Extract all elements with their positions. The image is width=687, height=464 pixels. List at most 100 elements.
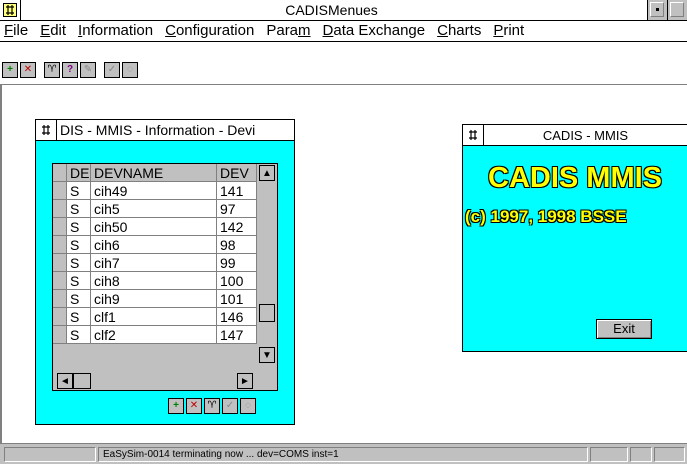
information-window-titlebar[interactable]: DIS - MMIS - Information - Devi bbox=[36, 120, 294, 141]
table-row[interactable]: Scih9 101 bbox=[53, 290, 257, 308]
scroll-thumb[interactable] bbox=[259, 304, 275, 322]
table-row[interactable]: Scih7 99 bbox=[53, 254, 257, 272]
table-cell[interactable]: 147 bbox=[217, 326, 257, 344]
maximize-button[interactable] bbox=[667, 0, 687, 20]
exit-button[interactable]: Exit bbox=[596, 319, 652, 339]
table-cell[interactable]: cih9 bbox=[91, 290, 217, 308]
menu-param[interactable]: Param bbox=[260, 21, 316, 41]
scroll-down-button[interactable]: ▼ bbox=[259, 347, 275, 363]
menu-data-exchange[interactable]: Data Exchange bbox=[317, 21, 432, 41]
grid-toolbar: + ✕ ♈ ✓ ◌ bbox=[168, 398, 280, 416]
device-grid[interactable]: DE DEVNAME DEV Scih49 141 Scih5 97 Scih50 142… bbox=[52, 163, 278, 391]
about-copyright: (c) 1997, 1998 BSSE bbox=[465, 207, 627, 226]
scroll-up-button[interactable]: ▲ bbox=[259, 165, 275, 181]
menu-configuration[interactable]: Configuration bbox=[159, 21, 260, 41]
check-icon[interactable]: ✓ bbox=[104, 62, 120, 78]
minimize-button[interactable] bbox=[647, 0, 667, 20]
grid-delete-icon[interactable]: ✕ bbox=[186, 398, 202, 414]
table-cell[interactable]: S bbox=[67, 254, 91, 272]
window-system-menu-icon[interactable] bbox=[463, 125, 484, 145]
grid-clear-icon[interactable]: ◌ bbox=[240, 398, 256, 414]
table-cell[interactable]: 97 bbox=[217, 200, 257, 218]
table-cell[interactable]: S bbox=[67, 200, 91, 218]
table-cell[interactable]: 142 bbox=[217, 218, 257, 236]
grid-check-icon[interactable]: ✓ bbox=[222, 398, 238, 414]
table-row[interactable]: Sclf1 146 bbox=[53, 308, 257, 326]
table-cell[interactable]: S bbox=[67, 218, 91, 236]
table-cell[interactable]: S bbox=[67, 236, 91, 254]
status-panel-2 bbox=[590, 447, 628, 462]
grid-add-icon[interactable]: + bbox=[168, 398, 184, 414]
row-selector[interactable] bbox=[53, 200, 67, 218]
app-title: CADISMenues bbox=[285, 2, 378, 18]
table-cell[interactable]: cih49 bbox=[91, 182, 217, 200]
row-selector[interactable] bbox=[53, 308, 67, 326]
table-cell[interactable]: cih8 bbox=[91, 272, 217, 290]
table-row[interactable]: Scih6 98 bbox=[53, 236, 257, 254]
hscroll-thumb[interactable] bbox=[73, 373, 91, 389]
window-system-menu-icon[interactable] bbox=[36, 120, 57, 140]
row-selector[interactable] bbox=[53, 182, 67, 200]
table-cell[interactable]: clf1 bbox=[91, 308, 217, 326]
row-selector[interactable] bbox=[53, 236, 67, 254]
table-cell[interactable]: 141 bbox=[217, 182, 257, 200]
about-window: CADIS - MMIS CADIS MMIS (c) 1997, 1998 B… bbox=[462, 124, 687, 352]
row-selector[interactable] bbox=[53, 254, 67, 272]
grid-copy-icon[interactable]: ♈ bbox=[204, 398, 220, 414]
about-window-title: CADIS - MMIS bbox=[542, 127, 629, 143]
table-row[interactable]: Scih5 97 bbox=[53, 200, 257, 218]
table-cell[interactable]: 100 bbox=[217, 272, 257, 290]
table-cell[interactable]: S bbox=[67, 308, 91, 326]
edit-icon[interactable]: ✎ bbox=[80, 62, 96, 78]
table-cell[interactable]: 99 bbox=[217, 254, 257, 272]
column-header-de[interactable]: DE bbox=[67, 164, 91, 182]
table-cell[interactable]: S bbox=[67, 326, 91, 344]
table-cell[interactable]: cih7 bbox=[91, 254, 217, 272]
help-icon[interactable]: ? bbox=[62, 62, 78, 78]
toolbar: + ✕ ♈ ? ✎ ✓ ◌ bbox=[0, 62, 687, 85]
horizontal-scrollbar[interactable]: ◄ ► bbox=[53, 372, 257, 390]
status-panel-4 bbox=[654, 447, 685, 462]
status-bar: EaSySim-0014 terminating now ... dev=COM… bbox=[0, 443, 687, 464]
table-cell[interactable]: cih50 bbox=[91, 218, 217, 236]
table-cell[interactable]: cih5 bbox=[91, 200, 217, 218]
about-window-titlebar[interactable]: CADIS - MMIS bbox=[463, 125, 687, 146]
table-cell[interactable]: 146 bbox=[217, 308, 257, 326]
clear-icon[interactable]: ◌ bbox=[122, 62, 138, 78]
table-cell[interactable]: S bbox=[67, 290, 91, 308]
row-selector[interactable] bbox=[53, 326, 67, 344]
menu-bar: File Edit Information Configuration Param Dat… bbox=[0, 21, 687, 42]
menu-charts[interactable]: Charts bbox=[431, 21, 487, 41]
table-cell[interactable]: cih6 bbox=[91, 236, 217, 254]
row-selector[interactable] bbox=[53, 272, 67, 290]
column-header-devname[interactable]: DEVNAME bbox=[91, 164, 217, 182]
table-cell[interactable]: 101 bbox=[217, 290, 257, 308]
menu-information[interactable]: Information bbox=[72, 21, 159, 41]
menu-file[interactable]: File bbox=[0, 21, 34, 41]
add-record-icon[interactable]: + bbox=[2, 62, 18, 78]
menu-edit[interactable]: Edit bbox=[34, 21, 72, 41]
table-cell[interactable]: 98 bbox=[217, 236, 257, 254]
menu-print[interactable]: Print bbox=[487, 21, 530, 41]
table-row[interactable]: Sclf2 147 bbox=[53, 326, 257, 344]
about-heading: CADIS MMIS bbox=[488, 162, 662, 194]
table-cell[interactable]: clf2 bbox=[91, 326, 217, 344]
table-cell[interactable]: S bbox=[67, 272, 91, 290]
table-row[interactable]: Scih8 100 bbox=[53, 272, 257, 290]
scroll-left-button[interactable]: ◄ bbox=[57, 373, 73, 389]
table-cell[interactable]: S bbox=[67, 182, 91, 200]
column-header-dev[interactable]: DEV bbox=[217, 164, 257, 182]
system-menu-icon[interactable] bbox=[0, 0, 21, 20]
row-selector[interactable] bbox=[53, 218, 67, 236]
status-panel-3 bbox=[630, 447, 652, 462]
status-message: EaSySim-0014 terminating now ... dev=COM… bbox=[98, 447, 588, 462]
status-panel-left bbox=[4, 447, 96, 462]
scroll-right-button[interactable]: ► bbox=[237, 373, 253, 389]
delete-record-icon[interactable]: ✕ bbox=[20, 62, 36, 78]
about-window-body: CADIS MMIS (c) 1997, 1998 BSSE Exit bbox=[463, 146, 687, 351]
row-selector[interactable] bbox=[53, 290, 67, 308]
vertical-scrollbar[interactable]: ▲ ▼ bbox=[257, 164, 277, 372]
table-row[interactable]: Scih50 142 bbox=[53, 218, 257, 236]
copy-icon[interactable]: ♈ bbox=[44, 62, 60, 78]
table-row[interactable]: Scih49 141 bbox=[53, 182, 257, 200]
